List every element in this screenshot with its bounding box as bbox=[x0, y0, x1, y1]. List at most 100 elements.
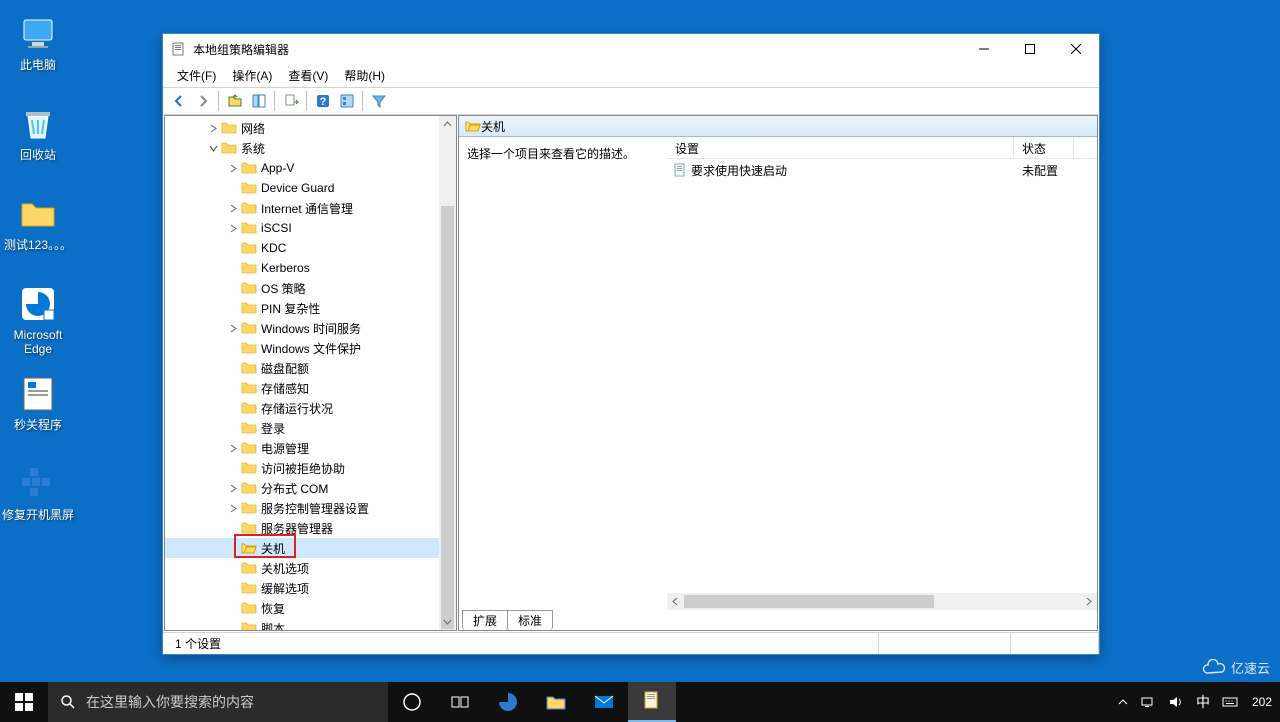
menu-file[interactable]: 文件(F) bbox=[169, 64, 224, 87]
maximize-button[interactable] bbox=[1007, 34, 1053, 64]
taskbar-mail-icon[interactable] bbox=[580, 682, 628, 722]
close-button[interactable] bbox=[1053, 34, 1099, 64]
tray-network-icon[interactable] bbox=[1134, 682, 1162, 722]
toolbar-separator bbox=[274, 91, 275, 111]
tree-item[interactable]: Kerberos bbox=[165, 258, 456, 278]
folder-icon bbox=[241, 561, 257, 575]
show-hide-tree-icon[interactable] bbox=[247, 90, 270, 113]
tree-item[interactable]: 恢复 bbox=[165, 598, 456, 618]
tree-item[interactable]: 磁盘配额 bbox=[165, 358, 456, 378]
tray-volume-icon[interactable] bbox=[1162, 682, 1190, 722]
chevron-right-icon[interactable] bbox=[225, 444, 241, 453]
tree-view[interactable]: 网络系统App-VDevice GuardInternet 通信管理iSCSIK… bbox=[165, 116, 456, 631]
properties-icon[interactable] bbox=[335, 90, 358, 113]
tree-item[interactable]: 系统 bbox=[165, 138, 456, 158]
menu-help[interactable]: 帮助(H) bbox=[336, 64, 393, 87]
tree-item[interactable]: OS 策略 bbox=[165, 278, 456, 298]
taskbar-explorer-icon[interactable] bbox=[532, 682, 580, 722]
tree-item-label: Device Guard bbox=[261, 181, 334, 195]
tree-item[interactable]: iSCSI bbox=[165, 218, 456, 238]
help-icon[interactable]: ? bbox=[311, 90, 334, 113]
desktop-icon-shutdown-app[interactable]: 秒关程序 bbox=[0, 370, 76, 460]
menu-view[interactable]: 查看(V) bbox=[280, 64, 336, 87]
description-panel: 选择一个项目来查看它的描述。 bbox=[459, 137, 667, 610]
chevron-right-icon[interactable] bbox=[225, 204, 241, 213]
menu-action[interactable]: 操作(A) bbox=[224, 64, 280, 87]
minimize-button[interactable] bbox=[961, 34, 1007, 64]
chevron-right-icon[interactable] bbox=[225, 164, 241, 173]
chevron-right-icon[interactable] bbox=[205, 124, 221, 133]
tray-overflow-icon[interactable] bbox=[1112, 682, 1134, 722]
tree-item[interactable]: 电源管理 bbox=[165, 438, 456, 458]
tab-extended[interactable]: 扩展 bbox=[462, 610, 508, 630]
chevron-right-icon[interactable] bbox=[225, 504, 241, 513]
tray-ime-keyboard-icon[interactable] bbox=[1216, 682, 1244, 722]
tree-item[interactable]: App-V bbox=[165, 158, 456, 178]
tree-item[interactable]: 缓解选项 bbox=[165, 578, 456, 598]
tree-item[interactable]: Windows 文件保护 bbox=[165, 338, 456, 358]
tree-item[interactable]: Windows 时间服务 bbox=[165, 318, 456, 338]
tree-item[interactable]: 关机选项 bbox=[165, 558, 456, 578]
scroll-left-icon[interactable] bbox=[667, 593, 684, 610]
desktop-icon-this-pc[interactable]: 此电脑 bbox=[0, 10, 76, 100]
column-name[interactable]: 设置 bbox=[667, 137, 1014, 158]
desktop-icon-label: Microsoft Edge bbox=[2, 328, 74, 356]
export-list-icon[interactable] bbox=[279, 90, 302, 113]
cortana-icon[interactable] bbox=[388, 682, 436, 722]
settings-row[interactable]: 要求使用快速启动未配置 bbox=[667, 159, 1097, 181]
taskbar-gpedit-icon[interactable] bbox=[628, 682, 676, 722]
taskbar-edge-icon[interactable] bbox=[484, 682, 532, 722]
tree-item[interactable]: KDC bbox=[165, 238, 456, 258]
start-button[interactable] bbox=[0, 682, 48, 722]
tree-item[interactable]: PIN 复杂性 bbox=[165, 298, 456, 318]
toolbar: ? bbox=[163, 88, 1099, 115]
window-titlebar[interactable]: 本地组策略编辑器 bbox=[163, 34, 1099, 64]
tab-standard[interactable]: 标准 bbox=[507, 610, 553, 630]
column-headers[interactable]: 设置 状态 bbox=[667, 137, 1097, 159]
tree-item[interactable]: Device Guard bbox=[165, 178, 456, 198]
details-hscrollbar[interactable] bbox=[667, 593, 1097, 610]
tray-clock[interactable]: 202 bbox=[1244, 682, 1280, 722]
svg-text:?: ? bbox=[319, 96, 326, 108]
filter-icon[interactable] bbox=[367, 90, 390, 113]
tree-item[interactable]: 存储感知 bbox=[165, 378, 456, 398]
tree-item[interactable]: Internet 通信管理 bbox=[165, 198, 456, 218]
back-icon[interactable] bbox=[167, 90, 190, 113]
tree-item[interactable]: 存储运行状况 bbox=[165, 398, 456, 418]
menu-bar: 文件(F) 操作(A) 查看(V) 帮助(H) bbox=[163, 64, 1099, 88]
tree-item[interactable]: 分布式 COM bbox=[165, 478, 456, 498]
chevron-down-icon[interactable] bbox=[205, 144, 221, 153]
forward-icon[interactable] bbox=[191, 90, 214, 113]
tray-ime-lang[interactable]: 中 bbox=[1190, 682, 1216, 722]
tree-item[interactable]: 关机 bbox=[165, 538, 456, 558]
tree-item[interactable]: 登录 bbox=[165, 418, 456, 438]
scroll-down-icon[interactable] bbox=[439, 613, 456, 630]
desktop-icon-fix-blackscreen[interactable]: 修复开机黑屏 bbox=[0, 460, 76, 550]
chevron-right-icon[interactable] bbox=[225, 484, 241, 493]
tree-item[interactable]: 网络 bbox=[165, 118, 456, 138]
task-view-icon[interactable] bbox=[436, 682, 484, 722]
scroll-up-icon[interactable] bbox=[439, 116, 456, 133]
chevron-right-icon[interactable] bbox=[225, 224, 241, 233]
folder-icon bbox=[241, 461, 257, 475]
tree-item[interactable]: 服务控制管理器设置 bbox=[165, 498, 456, 518]
column-state[interactable]: 状态 bbox=[1014, 137, 1074, 158]
desktop-icon-recycle-bin[interactable]: 回收站 bbox=[0, 100, 76, 190]
chevron-right-icon[interactable] bbox=[225, 324, 241, 333]
scroll-right-icon[interactable] bbox=[1080, 593, 1097, 610]
scroll-thumb[interactable] bbox=[441, 206, 454, 629]
up-folder-icon[interactable] bbox=[223, 90, 246, 113]
tree-item-label: PIN 复杂性 bbox=[261, 300, 320, 317]
status-cell-2 bbox=[879, 633, 1011, 654]
tree-item[interactable]: 服务器管理器 bbox=[165, 518, 456, 538]
taskbar-search[interactable]: 在这里输入你要搜索的内容 bbox=[48, 682, 388, 722]
hscroll-thumb[interactable] bbox=[684, 595, 934, 608]
folder-icon bbox=[241, 161, 257, 175]
folder-icon bbox=[241, 601, 257, 615]
tree-item[interactable]: 访问被拒绝协助 bbox=[165, 458, 456, 478]
tree-item[interactable]: 脚本 bbox=[165, 618, 456, 631]
folder-icon bbox=[241, 581, 257, 595]
tree-vscrollbar[interactable] bbox=[439, 116, 456, 630]
desktop-icon-edge[interactable]: Microsoft Edge bbox=[0, 280, 76, 370]
desktop-icon-test-folder[interactable]: 测试123。。。 bbox=[0, 190, 76, 280]
